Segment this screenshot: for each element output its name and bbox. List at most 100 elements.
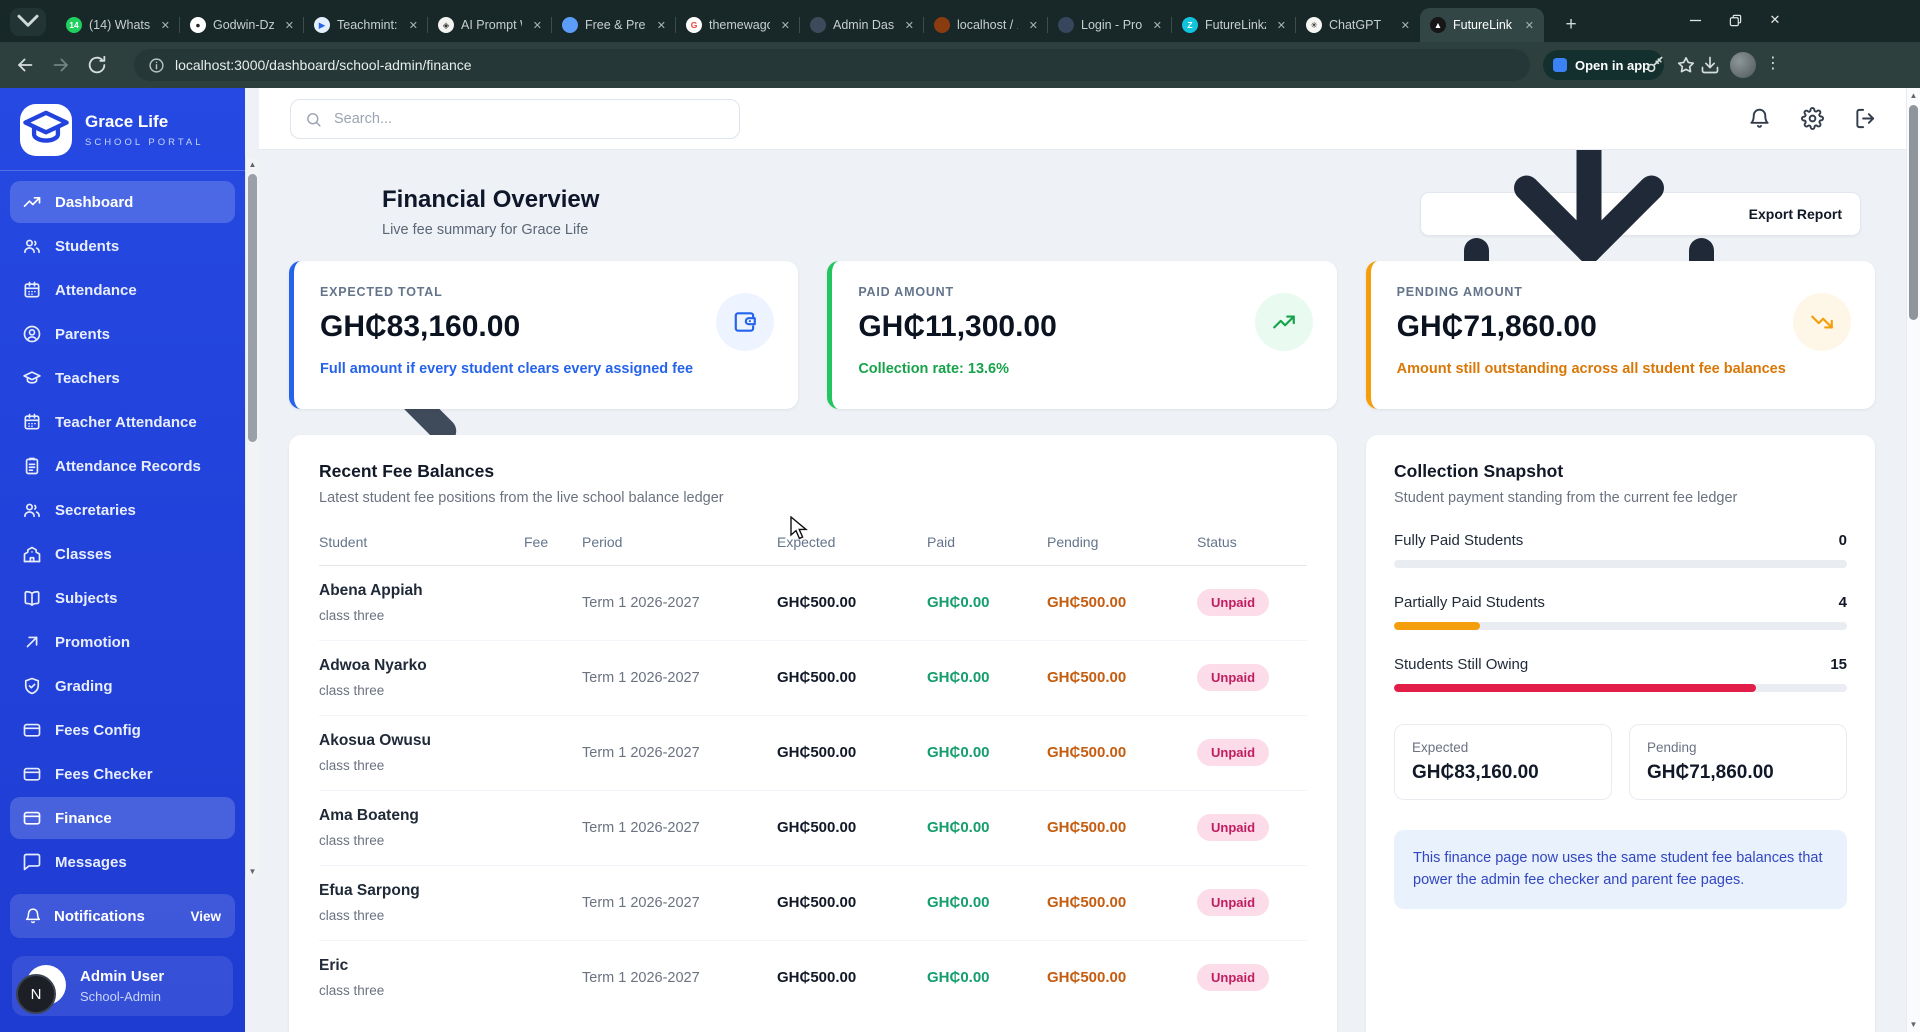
- browser-tab[interactable]: 14 (14) WhatsA ✕: [56, 8, 180, 42]
- tab-close-icon[interactable]: ✕: [1273, 18, 1290, 33]
- tab-close-icon[interactable]: ✕: [1521, 18, 1538, 33]
- table-row[interactable]: Adwoa Nyarko class three Term 1 2026-202…: [319, 641, 1307, 716]
- window-minimize-button[interactable]: [1688, 13, 1702, 27]
- browser-tab[interactable]: Admin Dash ✕: [800, 8, 924, 42]
- tab-close-icon[interactable]: ✕: [653, 18, 670, 33]
- metric-value: 15: [1830, 656, 1847, 673]
- tab-close-icon[interactable]: ✕: [405, 18, 422, 33]
- sidebar-item-notifications[interactable]: Notifications View: [10, 894, 235, 938]
- tab-close-icon[interactable]: ✕: [1149, 18, 1166, 33]
- bookmark-star-icon[interactable]: [1676, 55, 1696, 75]
- snapshot-totals: Expected GH₵83,160.00 Pending GH₵71,860.…: [1394, 724, 1847, 800]
- page-scrollbar-thumb[interactable]: [1909, 105, 1918, 320]
- avatar-badge: N: [16, 974, 56, 1014]
- calendar-icon: [22, 280, 42, 300]
- browser-forward-button[interactable]: [50, 54, 72, 76]
- site-info-icon[interactable]: [148, 57, 165, 74]
- browser-tab[interactable]: Free & Prem ✕: [552, 8, 676, 42]
- period-cell: Term 1 2026-2027: [582, 745, 777, 761]
- header-gear-icon[interactable]: [1801, 107, 1824, 130]
- sidebar-item-attendance[interactable]: Attendance: [10, 269, 235, 311]
- table-row[interactable]: Abena Appiah class three Term 1 2026-202…: [319, 566, 1307, 641]
- student-class: class three: [319, 833, 524, 848]
- clipboard-icon: [22, 456, 42, 476]
- sidebar-nav: Dashboard Students Attendance Parents Te…: [0, 175, 245, 890]
- table-row[interactable]: Eric class three Term 1 2026-2027 GH₵500…: [319, 941, 1307, 1015]
- pending-cell: GH₵500.00: [1047, 594, 1197, 611]
- browser-back-button[interactable]: [14, 54, 36, 76]
- browser-chrome: 14 (14) WhatsA ✕ ● Godwin-Dzo ✕ ▶ Teachm…: [0, 0, 1920, 88]
- browser-tab[interactable]: ◈ AI Prompt W ✕: [428, 8, 552, 42]
- pending-cell: GH₵500.00: [1047, 969, 1197, 986]
- new-tab-button[interactable]: +: [1558, 12, 1584, 38]
- sidebar-item-grading[interactable]: Grading: [10, 665, 235, 707]
- window-close-button[interactable]: ✕: [1768, 13, 1782, 27]
- sidebar-item-finance[interactable]: Finance: [10, 797, 235, 839]
- sidebar: Grace Life SCHOOL PORTAL Dashboard Stude…: [0, 88, 245, 1032]
- sidebar-item-teacher-attendance[interactable]: Teacher Attendance: [10, 401, 235, 443]
- browser-tab[interactable]: ▲ FutureLink - ✕: [1420, 8, 1544, 42]
- sidebar-item-subjects[interactable]: Subjects: [10, 577, 235, 619]
- password-key-icon[interactable]: [1645, 55, 1665, 75]
- student-class: class three: [319, 608, 524, 623]
- sidebar-item-dashboard[interactable]: Dashboard: [10, 181, 235, 223]
- sidebar-item-classes[interactable]: Classes: [10, 533, 235, 575]
- sidebar-item-fees-checker[interactable]: Fees Checker: [10, 753, 235, 795]
- total-label: Pending: [1647, 740, 1829, 755]
- tab-close-icon[interactable]: ✕: [1397, 18, 1414, 33]
- browser-tab[interactable]: ✳ ChatGPT ✕: [1296, 8, 1420, 42]
- sidebar-item-fees-config[interactable]: Fees Config: [10, 709, 235, 751]
- tab-close-icon[interactable]: ✕: [529, 18, 546, 33]
- tab-close-icon[interactable]: ✕: [1025, 18, 1042, 33]
- browser-menu-icon[interactable]: ⋮: [1765, 53, 1781, 73]
- search-box[interactable]: [290, 99, 740, 139]
- export-report-button[interactable]: Export Report: [1420, 192, 1861, 236]
- tab-favicon: ●: [190, 17, 206, 33]
- recent-fee-balances-card: Recent Fee Balances Latest student fee p…: [289, 435, 1337, 1032]
- progress-fill: [1394, 684, 1756, 692]
- snapshot-title: Collection Snapshot: [1394, 461, 1847, 482]
- browser-tab[interactable]: ● Godwin-Dzo ✕: [180, 8, 304, 42]
- scroll-down-arrow-icon[interactable]: ▼: [1907, 1020, 1920, 1029]
- tab-close-icon[interactable]: ✕: [777, 18, 794, 33]
- browser-tab[interactable]: localhost / 1 ✕: [924, 8, 1048, 42]
- sidebar-item-teachers[interactable]: Teachers: [10, 357, 235, 399]
- tab-close-icon[interactable]: ✕: [901, 18, 918, 33]
- header-logout-icon[interactable]: [1854, 107, 1877, 130]
- browser-profile-avatar[interactable]: [1730, 52, 1756, 78]
- user-card[interactable]: N Admin User School-Admin: [12, 956, 233, 1016]
- search-input[interactable]: [332, 110, 739, 128]
- sidebar-item-students[interactable]: Students: [10, 225, 235, 267]
- browser-tab[interactable]: G themewagon ✕: [676, 8, 800, 42]
- browser-reload-button[interactable]: [86, 54, 108, 76]
- sidebar-item-messages[interactable]: Messages: [10, 841, 235, 883]
- sidebar-item-secretaries[interactable]: Secretaries: [10, 489, 235, 531]
- metric-label: Fully Paid Students: [1394, 532, 1523, 549]
- expected-cell: GH₵500.00: [777, 744, 927, 761]
- sidebar-item-promotion[interactable]: Promotion: [10, 621, 235, 663]
- snapshot-metric: Students Still Owing 15: [1394, 656, 1847, 692]
- total-box: Expected GH₵83,160.00: [1394, 724, 1612, 800]
- sidebar-item-attendance-records[interactable]: Attendance Records: [10, 445, 235, 487]
- header-bell-icon[interactable]: [1748, 107, 1771, 130]
- notifications-view-button[interactable]: View: [190, 909, 221, 924]
- browser-tab[interactable]: Login - Prom ✕: [1048, 8, 1172, 42]
- scroll-up-arrow-icon[interactable]: ▲: [1907, 91, 1920, 100]
- tab-close-icon[interactable]: ✕: [157, 18, 174, 33]
- table-row[interactable]: Efua Sarpong class three Term 1 2026-202…: [319, 866, 1307, 941]
- sidebar-item-parents[interactable]: Parents: [10, 313, 235, 355]
- gradcap-icon: [22, 368, 42, 388]
- browser-tab[interactable]: ▶ Teachmint: B ✕: [304, 8, 428, 42]
- table-row[interactable]: Akosua Owusu class three Term 1 2026-202…: [319, 716, 1307, 791]
- tab-search-button[interactable]: [10, 8, 46, 36]
- browser-tab[interactable]: Z FutureLinkz ✕: [1172, 8, 1296, 42]
- tab-close-icon[interactable]: ✕: [281, 18, 298, 33]
- status-badge: Unpaid: [1197, 964, 1269, 991]
- window-restore-button[interactable]: [1728, 13, 1742, 27]
- table-row[interactable]: Ama Boateng class three Term 1 2026-2027…: [319, 791, 1307, 866]
- address-bar[interactable]: localhost:3000/dashboard/school-admin/fi…: [134, 49, 1530, 81]
- download-icon[interactable]: [1700, 55, 1720, 75]
- progress-track: [1394, 684, 1847, 692]
- chevron-down-icon: [10, 2, 46, 43]
- page-scrollbar[interactable]: ▲ ▼: [1906, 88, 1920, 1032]
